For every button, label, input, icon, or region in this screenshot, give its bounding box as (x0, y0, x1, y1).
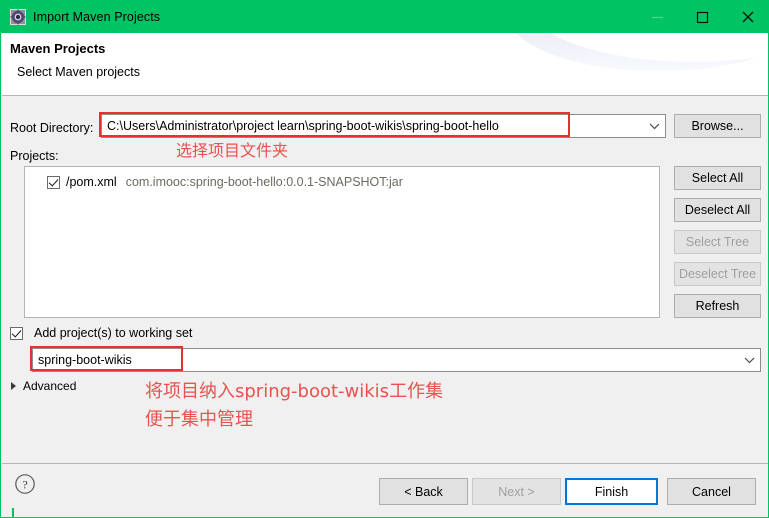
next-button: Next > (472, 478, 561, 505)
minimize-button[interactable] (635, 1, 680, 33)
projects-label: Projects: (10, 149, 59, 163)
help-circle-icon[interactable]: ? (14, 473, 36, 495)
window-controls (635, 1, 768, 33)
finish-button[interactable]: Finish (565, 478, 658, 505)
working-set-input[interactable]: spring-boot-wikis (33, 353, 738, 367)
header-title: Maven Projects (10, 41, 106, 56)
advanced-label: Advanced (23, 379, 77, 393)
refresh-button[interactable]: Refresh (674, 294, 761, 318)
maven-gear-icon (10, 9, 26, 25)
project-coordinates: com.imooc:spring-boot-hello:0.0.1-SNAPSH… (125, 175, 403, 189)
working-set-combo[interactable]: spring-boot-wikis (32, 348, 761, 372)
back-button[interactable]: < Back (379, 478, 468, 505)
annotation-select-project-folder: 选择项目文件夹 (176, 141, 289, 160)
footer-accent-mark (12, 508, 14, 517)
project-checkbox[interactable] (47, 175, 60, 189)
add-to-working-set-label: Add project(s) to working set (34, 326, 193, 340)
chevron-right-icon (11, 382, 16, 390)
svg-text:?: ? (22, 477, 27, 491)
close-button[interactable] (725, 1, 768, 33)
wizard-header-banner: Maven Projects Select Maven projects (2, 33, 768, 96)
root-directory-input[interactable]: C:\Users\Administrator\project learn\spr… (102, 119, 643, 133)
dialog-body: Root Directory: C:\Users\Administrator\p… (2, 96, 768, 463)
window-title: Import Maven Projects (33, 10, 161, 24)
header-subtitle: Select Maven projects (17, 65, 140, 79)
title-bar: Import Maven Projects (1, 1, 768, 33)
chevron-down-icon[interactable] (738, 356, 760, 364)
projects-tree[interactable]: /pom.xml com.imooc:spring-boot-hello:0.0… (24, 166, 660, 318)
advanced-expander[interactable]: Advanced (11, 379, 76, 393)
annotation-working-set-line1: 将项目纳入spring-boot-wikis工作集 (145, 381, 444, 402)
root-directory-combo[interactable]: C:\Users\Administrator\project learn\spr… (101, 114, 666, 138)
table-row[interactable]: /pom.xml com.imooc:spring-boot-hello:0.0… (47, 175, 403, 189)
browse-button[interactable]: Browse... (674, 114, 761, 138)
select-tree-button: Select Tree (674, 230, 761, 254)
maximize-button[interactable] (680, 1, 725, 33)
chevron-down-icon[interactable] (643, 122, 665, 130)
root-directory-label: Root Directory: (10, 121, 94, 135)
deselect-all-button[interactable]: Deselect All (674, 198, 761, 222)
annotation-working-set-line2: 便于集中管理 (145, 409, 253, 430)
add-to-working-set-row[interactable]: Add project(s) to working set (10, 326, 192, 340)
dialog-footer: ? < Back Next > Finish Cancel (2, 463, 768, 517)
select-all-button[interactable]: Select All (674, 166, 761, 190)
import-maven-projects-dialog: Import Maven Projects Maven Projects Sel… (0, 0, 769, 518)
cancel-button[interactable]: Cancel (667, 478, 756, 505)
project-name: /pom.xml (66, 175, 117, 189)
deselect-tree-button: Deselect Tree (674, 262, 761, 286)
add-to-working-set-checkbox[interactable] (10, 326, 23, 340)
